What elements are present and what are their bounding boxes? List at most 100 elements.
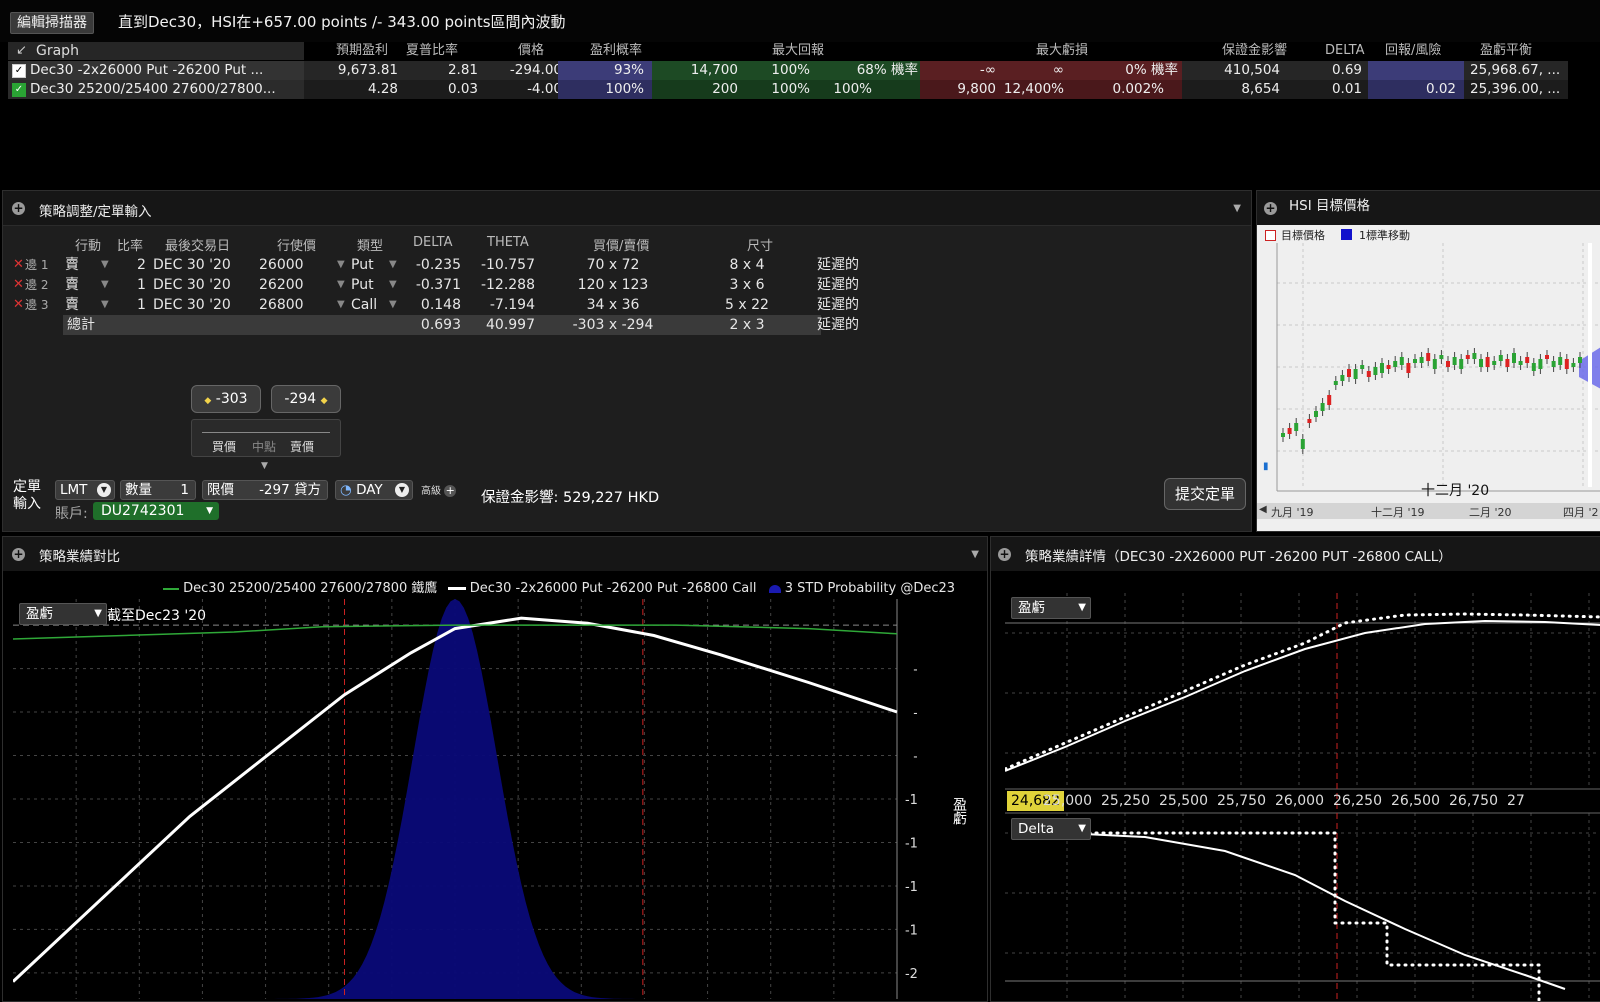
leg-row-3[interactable]: ✕ 邊 3 賣 ▼ 1 DEC 30 '20 26800 ▼ Call ▼ 0.… bbox=[3, 295, 883, 315]
detail-bottom-select[interactable]: Delta ▼ bbox=[1011, 818, 1091, 840]
leg-action[interactable]: 賣 bbox=[65, 275, 79, 295]
leg-strike-dropdown-icon[interactable]: ▼ bbox=[337, 275, 345, 295]
graph-label: Graph bbox=[36, 43, 79, 59]
remove-leg-icon[interactable]: ✕ bbox=[13, 275, 24, 295]
ask-price-pill[interactable]: -294 ◆ bbox=[271, 385, 341, 413]
panel-plus-icon[interactable]: + bbox=[12, 202, 25, 215]
collapse-icon[interactable]: ▼ bbox=[1233, 203, 1241, 214]
candle bbox=[1531, 363, 1536, 371]
leg-date[interactable]: DEC 30 '20 bbox=[153, 255, 231, 275]
table-row[interactable]: ✓ Dec30 25200/25400 27600/27800... 4.28 … bbox=[8, 80, 1568, 99]
legend-item: Dec30 25200/25400 27600/27800 鐵鷹 bbox=[183, 581, 438, 596]
panel-plus-icon[interactable]: + bbox=[998, 548, 1011, 561]
row-rr bbox=[1368, 61, 1456, 80]
col-maxret[interactable]: 最大回報 bbox=[772, 42, 824, 60]
col-sharpe[interactable]: 夏普比率 bbox=[406, 42, 458, 60]
leg-row-2[interactable]: ✕ 邊 2 賣 ▼ 1 DEC 30 '20 26200 ▼ Put ▼ -0.… bbox=[3, 275, 883, 295]
candle bbox=[1366, 371, 1371, 377]
hsi-panel-title: HSI 目標價格 bbox=[1289, 198, 1370, 214]
panel-plus-icon[interactable]: + bbox=[12, 548, 25, 561]
slider-bid-label: 買價 bbox=[212, 440, 237, 454]
compare-panel: + 策略業績對比 ▼ Dec30 25200/25400 27600/27800… bbox=[2, 536, 988, 1002]
col-rr[interactable]: 回報/風險 bbox=[1385, 42, 1441, 60]
remove-leg-icon[interactable]: ✕ bbox=[13, 295, 24, 315]
leg-theta: -10.757 bbox=[480, 257, 535, 273]
order-type-select[interactable]: LMT ▼ bbox=[55, 480, 115, 500]
row-checkbox[interactable]: ✓ bbox=[12, 64, 26, 78]
col-maxloss[interactable]: 最大虧損 bbox=[1036, 42, 1088, 60]
leg-ratio[interactable]: 2 bbox=[137, 255, 146, 275]
scroll-marker-icon[interactable]: ▮ bbox=[1263, 461, 1269, 472]
edit-scanner-button[interactable]: 編輯掃描器 bbox=[10, 12, 94, 34]
leg-status: 延遲的 bbox=[817, 297, 859, 313]
col-expected[interactable]: 預期盈利 bbox=[336, 42, 388, 60]
hdr-delta: DELTA bbox=[413, 235, 453, 250]
nav-left-icon[interactable]: ◀ bbox=[1259, 504, 1267, 515]
leg-action-dropdown-icon[interactable]: ▼ bbox=[101, 295, 109, 315]
leg-type[interactable]: Call bbox=[351, 295, 377, 315]
bid-price-pill[interactable]: ◆ -303 bbox=[191, 385, 261, 413]
leg-type-dropdown-icon[interactable]: ▼ bbox=[389, 275, 397, 295]
leg-date[interactable]: DEC 30 '20 bbox=[153, 295, 231, 315]
leg-strike[interactable]: 26800 bbox=[259, 295, 304, 315]
col-margin[interactable]: 保證金影響 bbox=[1222, 42, 1287, 60]
row-expected: 9,673.81 bbox=[337, 62, 398, 78]
leg-strike-dropdown-icon[interactable]: ▼ bbox=[337, 255, 345, 275]
leg-ratio[interactable]: 1 bbox=[137, 275, 146, 295]
order-entry-label: 定單 輸入 bbox=[13, 479, 41, 513]
candle bbox=[1446, 361, 1450, 367]
advanced-button[interactable]: 高級 + bbox=[421, 482, 457, 497]
detail-top-select[interactable]: 盈虧 ▼ bbox=[1011, 597, 1091, 619]
submit-order-button[interactable]: 提交定單 bbox=[1164, 478, 1246, 510]
candle bbox=[1294, 423, 1299, 431]
hsi-candle-chart bbox=[1276, 243, 1600, 492]
leg-action[interactable]: 賣 bbox=[65, 255, 79, 275]
leg-strike[interactable]: 26200 bbox=[259, 275, 304, 295]
row-maxret-pct: 100% bbox=[771, 62, 810, 78]
row-checkbox[interactable]: ✓ bbox=[12, 83, 26, 97]
leg-date[interactable]: DEC 30 '20 bbox=[153, 275, 231, 295]
leg-action[interactable]: 賣 bbox=[65, 295, 79, 315]
leg-strike[interactable]: 26000 bbox=[259, 255, 304, 275]
candle bbox=[1472, 353, 1477, 359]
advanced-label: 高級 bbox=[421, 486, 441, 497]
col-prob[interactable]: 盈利概率 bbox=[590, 42, 642, 60]
compare-metric-select[interactable]: 盈虧 ▼ bbox=[19, 603, 107, 625]
price-slider[interactable]: 買價 中點 賣價 bbox=[191, 419, 341, 457]
account-select[interactable]: DU2742301 ▼ bbox=[93, 502, 219, 520]
table-row[interactable]: ✓ Dec30 -2x26000 Put -26200 Put ... 9,67… bbox=[8, 61, 1568, 80]
compare-panel-header: + 策略業績對比 ▼ bbox=[3, 537, 987, 572]
col-breakeven[interactable]: 盈虧平衡 bbox=[1480, 42, 1532, 60]
hsi-navigator[interactable]: ◀ 九月 '19 十二月 '19 二月 '20 四月 '2 bbox=[1257, 503, 1600, 519]
remove-leg-icon[interactable]: ✕ bbox=[13, 255, 24, 275]
leg-size: 8 x 4 bbox=[729, 257, 765, 273]
leg-type[interactable]: Put bbox=[351, 275, 374, 295]
quantity-field[interactable]: 數量 1 bbox=[120, 480, 196, 500]
legend-swatch bbox=[768, 584, 781, 593]
col-delta[interactable]: DELTA bbox=[1325, 42, 1365, 60]
detail-panel: + 策略業績詳情（DEC30 -2X26000 PUT -26200 PUT -… bbox=[990, 536, 1600, 1002]
leg-strike-dropdown-icon[interactable]: ▼ bbox=[337, 295, 345, 315]
leg-action-dropdown-icon[interactable]: ▼ bbox=[101, 255, 109, 275]
order-label-line2: 輸入 bbox=[13, 496, 41, 512]
graph-header[interactable]: ↙ Graph bbox=[8, 42, 304, 60]
row-maxret-prob: 68% 機率 bbox=[856, 62, 918, 78]
panel-plus-icon[interactable]: + bbox=[1264, 202, 1277, 215]
leg-type-dropdown-icon[interactable]: ▼ bbox=[389, 295, 397, 315]
col-price[interactable]: 價格 bbox=[518, 42, 544, 60]
candle bbox=[1380, 363, 1384, 373]
collapse-icon[interactable]: ▼ bbox=[971, 549, 979, 560]
leg-ratio[interactable]: 1 bbox=[137, 295, 146, 315]
nav-label: 九月 '19 bbox=[1271, 506, 1314, 519]
candle bbox=[1413, 359, 1417, 363]
leg-action-dropdown-icon[interactable]: ▼ bbox=[101, 275, 109, 295]
hsi-chart[interactable]: 目標價格 1標準移動 ▮ 十二月 '20 ◀ 九月 '19 十二月 '19 二月… bbox=[1257, 225, 1600, 531]
leg-type[interactable]: Put bbox=[351, 255, 374, 275]
leg-row-1[interactable]: ✕ 邊 1 賣 ▼ 2 DEC 30 '20 26000 ▼ Put ▼ -0.… bbox=[3, 255, 883, 275]
leg-label: 邊 1 bbox=[25, 258, 49, 272]
y-tick-label: -50K bbox=[913, 706, 917, 721]
compare-chart[interactable]: 0-25K-50K-75K-100K-125K-150K-175K-200K bbox=[13, 599, 917, 999]
time-in-force-select[interactable]: ◔ DAY ▼ bbox=[335, 480, 413, 500]
limit-price-field[interactable]: 限價 -297 貸方 bbox=[202, 480, 328, 500]
leg-type-dropdown-icon[interactable]: ▼ bbox=[389, 255, 397, 275]
